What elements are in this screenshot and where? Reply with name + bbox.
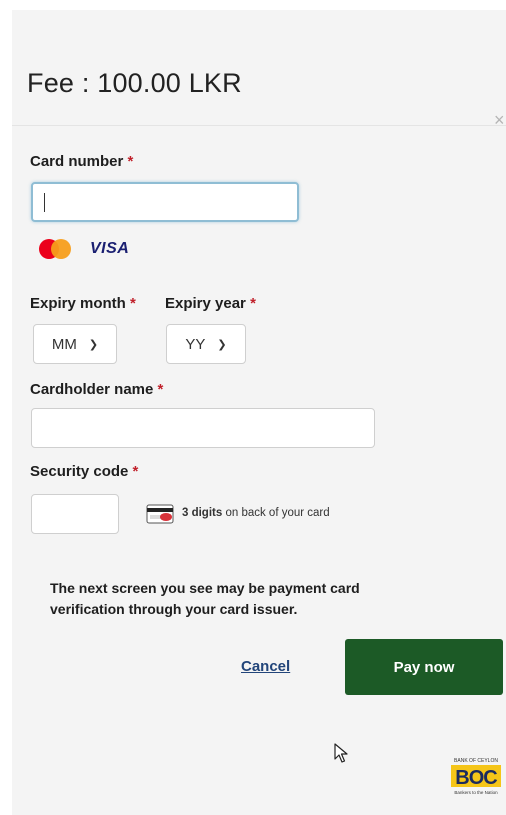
card-number-label: Card number * xyxy=(30,153,134,170)
svg-text:BANK OF CEYLON: BANK OF CEYLON xyxy=(454,758,498,764)
close-icon[interactable]: × xyxy=(494,110,505,131)
required-marker: * xyxy=(250,295,256,312)
required-marker: * xyxy=(130,295,136,312)
visa-icon: VISA xyxy=(90,240,130,257)
mastercard-icon xyxy=(37,237,75,261)
mouse-pointer-icon xyxy=(334,743,348,763)
expiry-month-select[interactable]: MM ❯ xyxy=(33,324,117,364)
pay-now-button[interactable]: Pay now xyxy=(345,639,503,695)
cancel-link[interactable]: Cancel xyxy=(241,658,290,675)
required-marker: * xyxy=(132,463,139,480)
verification-notice: The next screen you see may be payment c… xyxy=(50,580,360,617)
header-divider xyxy=(12,125,506,126)
required-marker: * xyxy=(127,153,134,170)
card-number-input[interactable] xyxy=(31,182,299,222)
card-back-icon xyxy=(146,504,174,524)
security-code-input[interactable] xyxy=(31,494,119,534)
chevron-down-icon: ❯ xyxy=(217,338,227,351)
payment-panel: Fee : 100.00 LKR × Card number * VISA Ex… xyxy=(12,10,506,815)
svg-text:BOC: BOC xyxy=(455,767,497,789)
cardholder-name-label: Cardholder name * xyxy=(30,381,164,398)
expiry-year-label: Expiry year * xyxy=(165,295,256,312)
fee-amount: Fee : 100.00 LKR xyxy=(27,68,242,98)
text-caret xyxy=(44,193,45,212)
expiry-month-label: Expiry month * xyxy=(30,295,136,312)
expiry-year-select[interactable]: YY ❯ xyxy=(166,324,246,364)
security-code-label: Security code * xyxy=(30,463,139,480)
bank-of-ceylon-logo: BANK OF CEYLON BOC Bankers to the Nation xyxy=(451,758,501,795)
security-code-hint: 3 digits on back of your card xyxy=(182,507,330,519)
chevron-down-icon: ❯ xyxy=(88,338,99,351)
cardholder-name-input[interactable] xyxy=(31,408,375,448)
required-marker: * xyxy=(157,381,164,398)
svg-text:Bankers to the Nation: Bankers to the Nation xyxy=(454,790,498,795)
